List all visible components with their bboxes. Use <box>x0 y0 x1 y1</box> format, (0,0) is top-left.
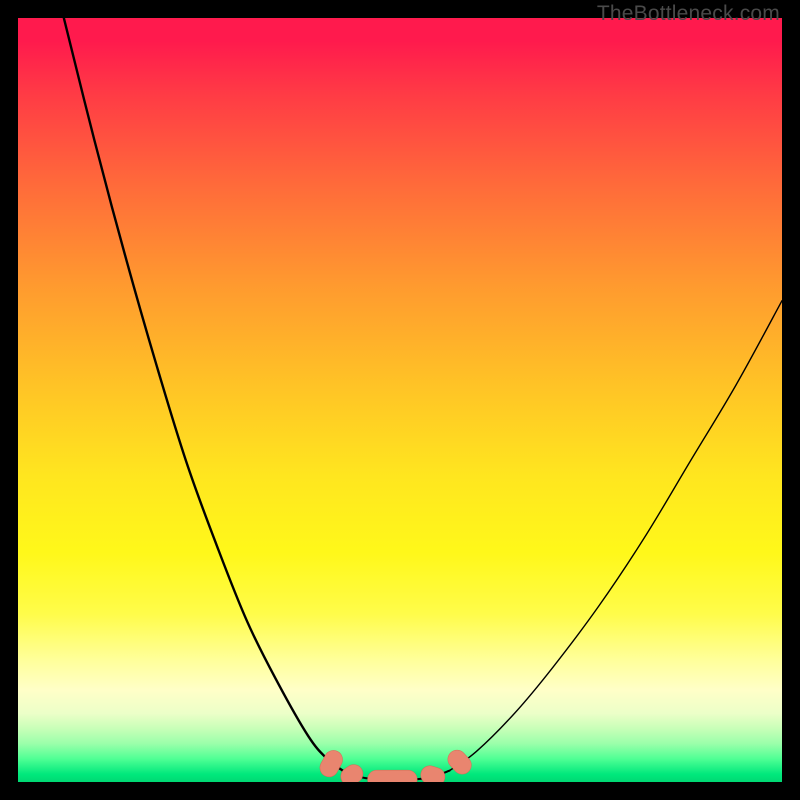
valley-marker-3 <box>418 763 447 782</box>
valley-marker-2 <box>368 770 418 782</box>
valley-marker-4 <box>444 746 475 778</box>
watermark-text: TheBottleneck.com <box>597 2 780 26</box>
plot-area <box>18 18 782 782</box>
series-left-curve <box>64 18 343 771</box>
curve-layer <box>64 18 782 780</box>
series-right-curve <box>450 301 782 771</box>
outer-frame: TheBottleneck.com <box>0 0 800 800</box>
chart-svg <box>18 18 782 782</box>
marker-layer <box>317 746 475 782</box>
